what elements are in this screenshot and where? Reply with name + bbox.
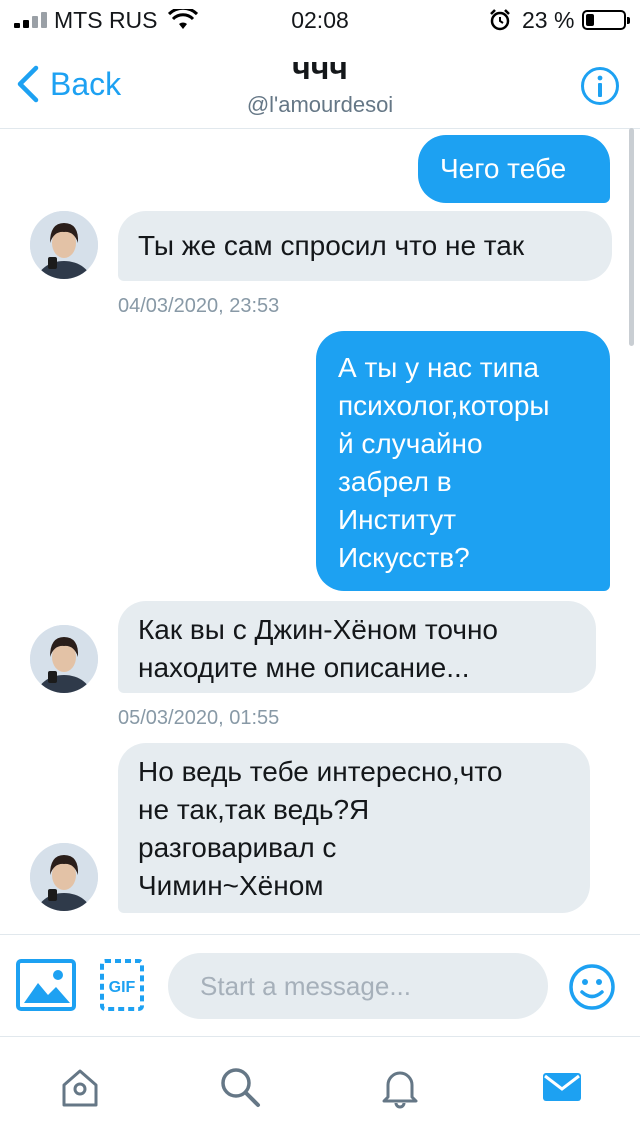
message-timestamp: 04/03/2020, 23:53	[118, 295, 280, 317]
message-list[interactable]: Чего тебе Ты же сам спросил что не так 0…	[0, 129, 640, 933]
emoji-icon[interactable]	[568, 963, 616, 1011]
battery-icon	[582, 10, 630, 30]
message-composer: GIF	[0, 934, 640, 1037]
message-line: Как вы с Джин-Хёном точно	[138, 614, 498, 645]
battery-level	[586, 14, 594, 26]
avatar[interactable]	[30, 625, 98, 693]
message-line: не так,так ведь?Я	[138, 794, 370, 825]
status-bar: MTS RUS 02:08 23 %	[0, 0, 640, 40]
message-line: забрел в	[338, 466, 452, 497]
tab-bar	[0, 1036, 640, 1137]
notifications-icon[interactable]	[378, 1065, 422, 1109]
scrollbar[interactable]	[629, 128, 634, 346]
svg-text:GIF: GIF	[109, 979, 136, 996]
message-line: й случайно	[338, 428, 483, 459]
message-bubble-incoming[interactable]: Ты же сам спросил что не так	[118, 211, 612, 281]
avatar[interactable]	[30, 211, 98, 279]
alarm-icon	[490, 9, 510, 31]
conversation-title: ччч	[292, 50, 348, 86]
message-bubble-incoming[interactable]: Как вы с Джин-Хёном точно находите мне о…	[118, 601, 596, 693]
avatar[interactable]	[30, 843, 98, 911]
message-timestamp: 05/03/2020, 01:55	[118, 707, 280, 729]
message-bubble-incoming[interactable]: Но ведь тебе интересно,что не так,так ве…	[118, 743, 590, 913]
message-line: Искусств?	[338, 542, 470, 573]
message-bubble-outgoing[interactable]: Чего тебе	[418, 135, 610, 203]
message-text: Чего тебе	[440, 153, 567, 184]
gif-icon[interactable]: GIF	[100, 959, 144, 1011]
conversation-handle: @l'amourdesoi	[246, 92, 394, 117]
message-line: Но ведь тебе интересно,что	[138, 756, 503, 787]
conversation-header: Back ччч @l'amourdesoi	[0, 40, 640, 129]
home-icon[interactable]	[58, 1065, 102, 1109]
messages-icon[interactable]	[540, 1065, 584, 1109]
search-icon[interactable]	[218, 1065, 262, 1109]
info-icon[interactable]	[580, 66, 620, 106]
message-line: разговаривал с	[138, 832, 337, 863]
message-line: Чимин~Хёном	[138, 870, 324, 901]
image-icon[interactable]	[16, 959, 76, 1011]
message-line: находите мне описание...	[138, 652, 470, 683]
message-line: Институт	[338, 504, 457, 535]
message-input[interactable]	[168, 953, 548, 1019]
message-text: Ты же сам спросил что не так	[138, 230, 525, 261]
message-line: А ты у нас типа	[338, 352, 539, 383]
message-bubble-outgoing[interactable]: А ты у нас типа психолог,которы й случай…	[316, 331, 610, 591]
battery-percent: 23 %	[522, 7, 575, 33]
message-line: психолог,которы	[338, 390, 550, 421]
